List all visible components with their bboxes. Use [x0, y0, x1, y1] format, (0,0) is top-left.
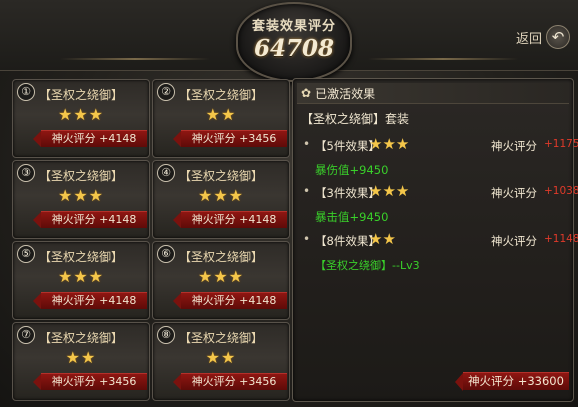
item-name: 【圣权之绕御】: [178, 250, 263, 264]
equipment-card[interactable]: ① 【圣权之绕御】 ★★★ 神火评分 +4148: [12, 79, 150, 158]
effect-stars: ★★★: [369, 182, 410, 200]
ornament-left: [60, 58, 210, 60]
suit-score-title: 套装效果评分: [251, 19, 336, 34]
bullet-icon: •: [303, 137, 311, 151]
star-rating: ★★: [65, 348, 97, 367]
effect-row: • 【3件效果】 ★★★ 神火评分 +10388: [301, 182, 578, 202]
equipment-card[interactable]: ⑤ 【圣权之绕御】 ★★★ 神火评分 +4148: [12, 241, 150, 320]
fire-score-band: 神火评分 +4148: [173, 211, 287, 228]
star-rating: ★★★: [197, 186, 245, 205]
effect-stars: ★★★: [369, 135, 410, 153]
back-label: 返回: [515, 31, 542, 47]
panel-title: 已激活效果: [315, 86, 376, 101]
star-rating: ★★★: [57, 267, 105, 286]
equipment-card[interactable]: ⑦ 【圣权之绕御】 ★★ 神火评分 +3456: [12, 322, 150, 401]
item-name: 【圣权之绕御】: [38, 169, 123, 183]
effect-score-value: +11751: [544, 138, 578, 150]
equipment-card[interactable]: ④ 【圣权之绕御】 ★★★ 神火评分 +4148: [152, 160, 290, 239]
back-button[interactable]: 返回 ↶: [504, 25, 570, 49]
equipment-card[interactable]: ⑧ 【圣权之绕御】 ★★ 神火评分 +3456: [152, 322, 290, 401]
equipment-card[interactable]: ⑥ 【圣权之绕御】 ★★★ 神火评分 +4148: [152, 241, 290, 320]
bullet-icon: •: [303, 184, 311, 198]
effect-detail: 暴击值+9450: [315, 210, 389, 224]
effect-row: • 【5件效果】 ★★★ 神火评分 +11751: [301, 135, 578, 155]
effect-detail: 暴伤值+9450: [315, 163, 389, 177]
effect-stars: ★★: [369, 230, 396, 248]
effect-score-value: +10388: [544, 185, 578, 197]
star-rating: ★★: [205, 105, 237, 124]
activated-effects-panel: ✿ 已激活效果 【圣权之绕御】套装 • 【5件效果】 ★★★ 神火评分 +117…: [292, 78, 578, 402]
item-name: 【圣权之绕御】: [178, 88, 263, 102]
panel-header: ✿ 已激活效果: [297, 83, 569, 104]
flower-icon: ✿: [301, 86, 312, 100]
total-fire-score-band: 神火评分 +33600: [455, 372, 569, 391]
effect-score-value: +11481: [544, 233, 578, 245]
ornament-right: [368, 58, 518, 60]
fire-score-band: 神火评分 +4148: [33, 292, 147, 309]
effect-score-label: 神火评分: [491, 186, 537, 200]
equipment-card[interactable]: ③ 【圣权之绕御】 ★★★ 神火评分 +4148: [12, 160, 150, 239]
fire-score-band: 神火评分 +4148: [173, 292, 287, 309]
fire-score-band: 神火评分 +4148: [33, 211, 147, 228]
item-name: 【圣权之绕御】: [38, 88, 123, 102]
star-rating: ★★★: [57, 186, 105, 205]
item-name: 【圣权之绕御】: [38, 250, 123, 264]
effect-score-label: 神火评分: [491, 139, 537, 153]
effect-detail: 【圣权之绕御】--Lv3: [315, 259, 420, 272]
fire-score-band: 神火评分 +4148: [33, 130, 147, 147]
return-arrow-icon[interactable]: ↶: [546, 25, 570, 49]
effect-row: • 【8件效果】 ★★ 神火评分 +11481: [301, 230, 578, 250]
fire-score-band: 神火评分 +3456: [173, 130, 287, 147]
equipment-card[interactable]: ② 【圣权之绕御】 ★★ 神火评分 +3456: [152, 79, 290, 158]
effect-score-label: 神火评分: [491, 234, 537, 248]
star-rating: ★★★: [57, 105, 105, 124]
item-name: 【圣权之绕御】: [178, 331, 263, 345]
star-rating: ★★: [205, 348, 237, 367]
item-name: 【圣权之绕御】: [38, 331, 123, 345]
suit-score-medal: 套装效果评分 64708: [236, 2, 352, 82]
star-rating: ★★★: [197, 267, 245, 286]
bullet-icon: •: [303, 232, 311, 246]
fire-score-band: 神火评分 +3456: [33, 373, 147, 390]
fire-score-band: 神火评分 +3456: [173, 373, 287, 390]
suit-score-value: 64708: [253, 35, 335, 62]
item-name: 【圣权之绕御】: [178, 169, 263, 183]
set-name: 【圣权之绕御】套装: [301, 112, 410, 126]
